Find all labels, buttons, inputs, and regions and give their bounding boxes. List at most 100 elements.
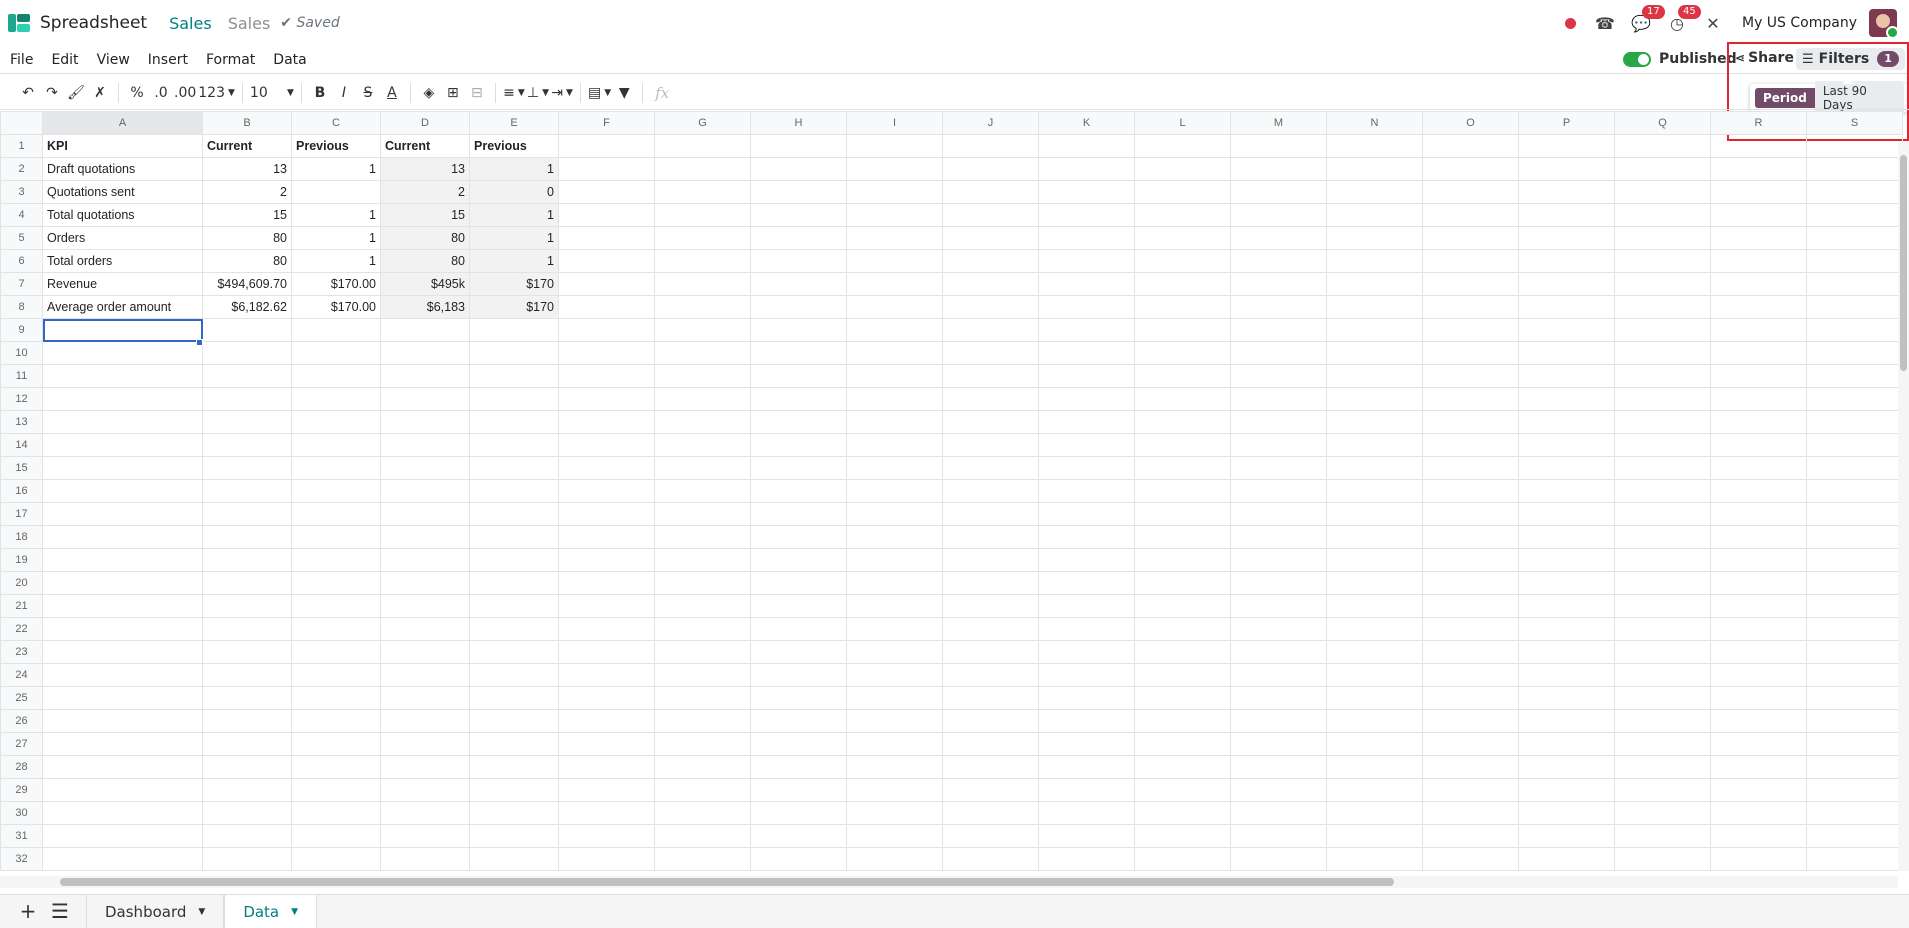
spreadsheet-grid[interactable]: ABCDEFGHIJKLMNOPQRS 1 KPI Current Previous C… [0,111,1909,885]
cell-o2[interactable] [1422,157,1519,181]
grid-corner[interactable] [0,111,43,135]
cell-q16[interactable] [1614,479,1711,503]
cell-d23[interactable] [380,640,470,664]
cell-p11[interactable] [1518,364,1615,388]
cell-e9[interactable] [469,318,559,342]
cell-l7[interactable] [1134,272,1231,296]
cell-c24[interactable] [291,663,381,687]
cell-j22[interactable] [942,617,1039,641]
cell-g16[interactable] [654,479,751,503]
cell-s24[interactable] [1806,663,1903,687]
row-header[interactable]: 1 [0,134,43,158]
cell-r11[interactable] [1710,364,1807,388]
cell-h26[interactable] [750,709,847,733]
column-header-k[interactable]: K [1038,111,1135,135]
cell-c17[interactable] [291,502,381,526]
cell-i13[interactable] [846,410,943,434]
cell-c32[interactable] [291,847,381,871]
cell-s2[interactable] [1806,157,1903,181]
cell-m15[interactable] [1230,456,1327,480]
cell-l2[interactable] [1134,157,1231,181]
cell-p12[interactable] [1518,387,1615,411]
cell-p24[interactable] [1518,663,1615,687]
cell-c22[interactable] [291,617,381,641]
cell-l28[interactable] [1134,755,1231,779]
number-format-icon[interactable]: 123 ▼ [198,82,235,104]
menu-insert[interactable]: Insert [139,52,197,68]
cell-a6[interactable]: Total orders [42,249,203,273]
cell-k18[interactable] [1038,525,1135,549]
cell-q2[interactable] [1614,157,1711,181]
cell-m16[interactable] [1230,479,1327,503]
breadcrumb-sales[interactable]: Sales [169,14,212,33]
cell-f11[interactable] [558,364,655,388]
cell-b26[interactable] [202,709,292,733]
cell-l12[interactable] [1134,387,1231,411]
cell-e1[interactable]: Previous [469,134,559,158]
cell-n15[interactable] [1326,456,1423,480]
cell-h2[interactable] [750,157,847,181]
cell-f31[interactable] [558,824,655,848]
cell-s5[interactable] [1806,226,1903,250]
cell-n16[interactable] [1326,479,1423,503]
cell-m3[interactable] [1230,180,1327,204]
cell-m10[interactable] [1230,341,1327,365]
row-header[interactable]: 12 [0,387,43,411]
cell-o6[interactable] [1422,249,1519,273]
cell-q19[interactable] [1614,548,1711,572]
cell-i7[interactable] [846,272,943,296]
cell-n6[interactable] [1326,249,1423,273]
cell-r7[interactable] [1710,272,1807,296]
cell-m32[interactable] [1230,847,1327,871]
cell-j12[interactable] [942,387,1039,411]
cell-c8[interactable]: $170.00 [291,295,381,319]
cell-g32[interactable] [654,847,751,871]
cell-b14[interactable] [202,433,292,457]
cell-k13[interactable] [1038,410,1135,434]
cell-d2[interactable]: 13 [380,157,470,181]
cell-r19[interactable] [1710,548,1807,572]
cell-r12[interactable] [1710,387,1807,411]
menu-format[interactable]: Format [197,52,264,68]
cell-g6[interactable] [654,249,751,273]
column-header-n[interactable]: N [1326,111,1423,135]
column-header-b[interactable]: B [202,111,292,135]
menu-view[interactable]: View [88,52,139,68]
cell-d4[interactable]: 15 [380,203,470,227]
cell-i12[interactable] [846,387,943,411]
cell-e5[interactable]: 1 [469,226,559,250]
cell-l3[interactable] [1134,180,1231,204]
cell-c3[interactable] [291,180,381,204]
cell-c21[interactable] [291,594,381,618]
cell-m14[interactable] [1230,433,1327,457]
cell-b4[interactable]: 15 [202,203,292,227]
cell-h16[interactable] [750,479,847,503]
cell-i25[interactable] [846,686,943,710]
cell-o17[interactable] [1422,502,1519,526]
cell-r31[interactable] [1710,824,1807,848]
cell-g14[interactable] [654,433,751,457]
cell-j8[interactable] [942,295,1039,319]
cell-p26[interactable] [1518,709,1615,733]
cell-s10[interactable] [1806,341,1903,365]
cell-e19[interactable] [469,548,559,572]
cell-i31[interactable] [846,824,943,848]
cell-k3[interactable] [1038,180,1135,204]
cell-k7[interactable] [1038,272,1135,296]
row-header[interactable]: 14 [0,433,43,457]
selection-fill-handle[interactable] [196,339,203,346]
cell-b7[interactable]: $494,609.70 [202,272,292,296]
cell-i24[interactable] [846,663,943,687]
tab-dashboard[interactable]: Dashboard ▼ [86,895,225,928]
row-header[interactable]: 11 [0,364,43,388]
cell-b12[interactable] [202,387,292,411]
cell-m21[interactable] [1230,594,1327,618]
cell-i19[interactable] [846,548,943,572]
cell-b1[interactable]: Current [202,134,292,158]
column-header-j[interactable]: J [942,111,1039,135]
cell-p15[interactable] [1518,456,1615,480]
cell-e6[interactable]: 1 [469,249,559,273]
cell-b17[interactable] [202,502,292,526]
app-title[interactable]: Spreadsheet [40,13,147,33]
cell-o9[interactable] [1422,318,1519,342]
